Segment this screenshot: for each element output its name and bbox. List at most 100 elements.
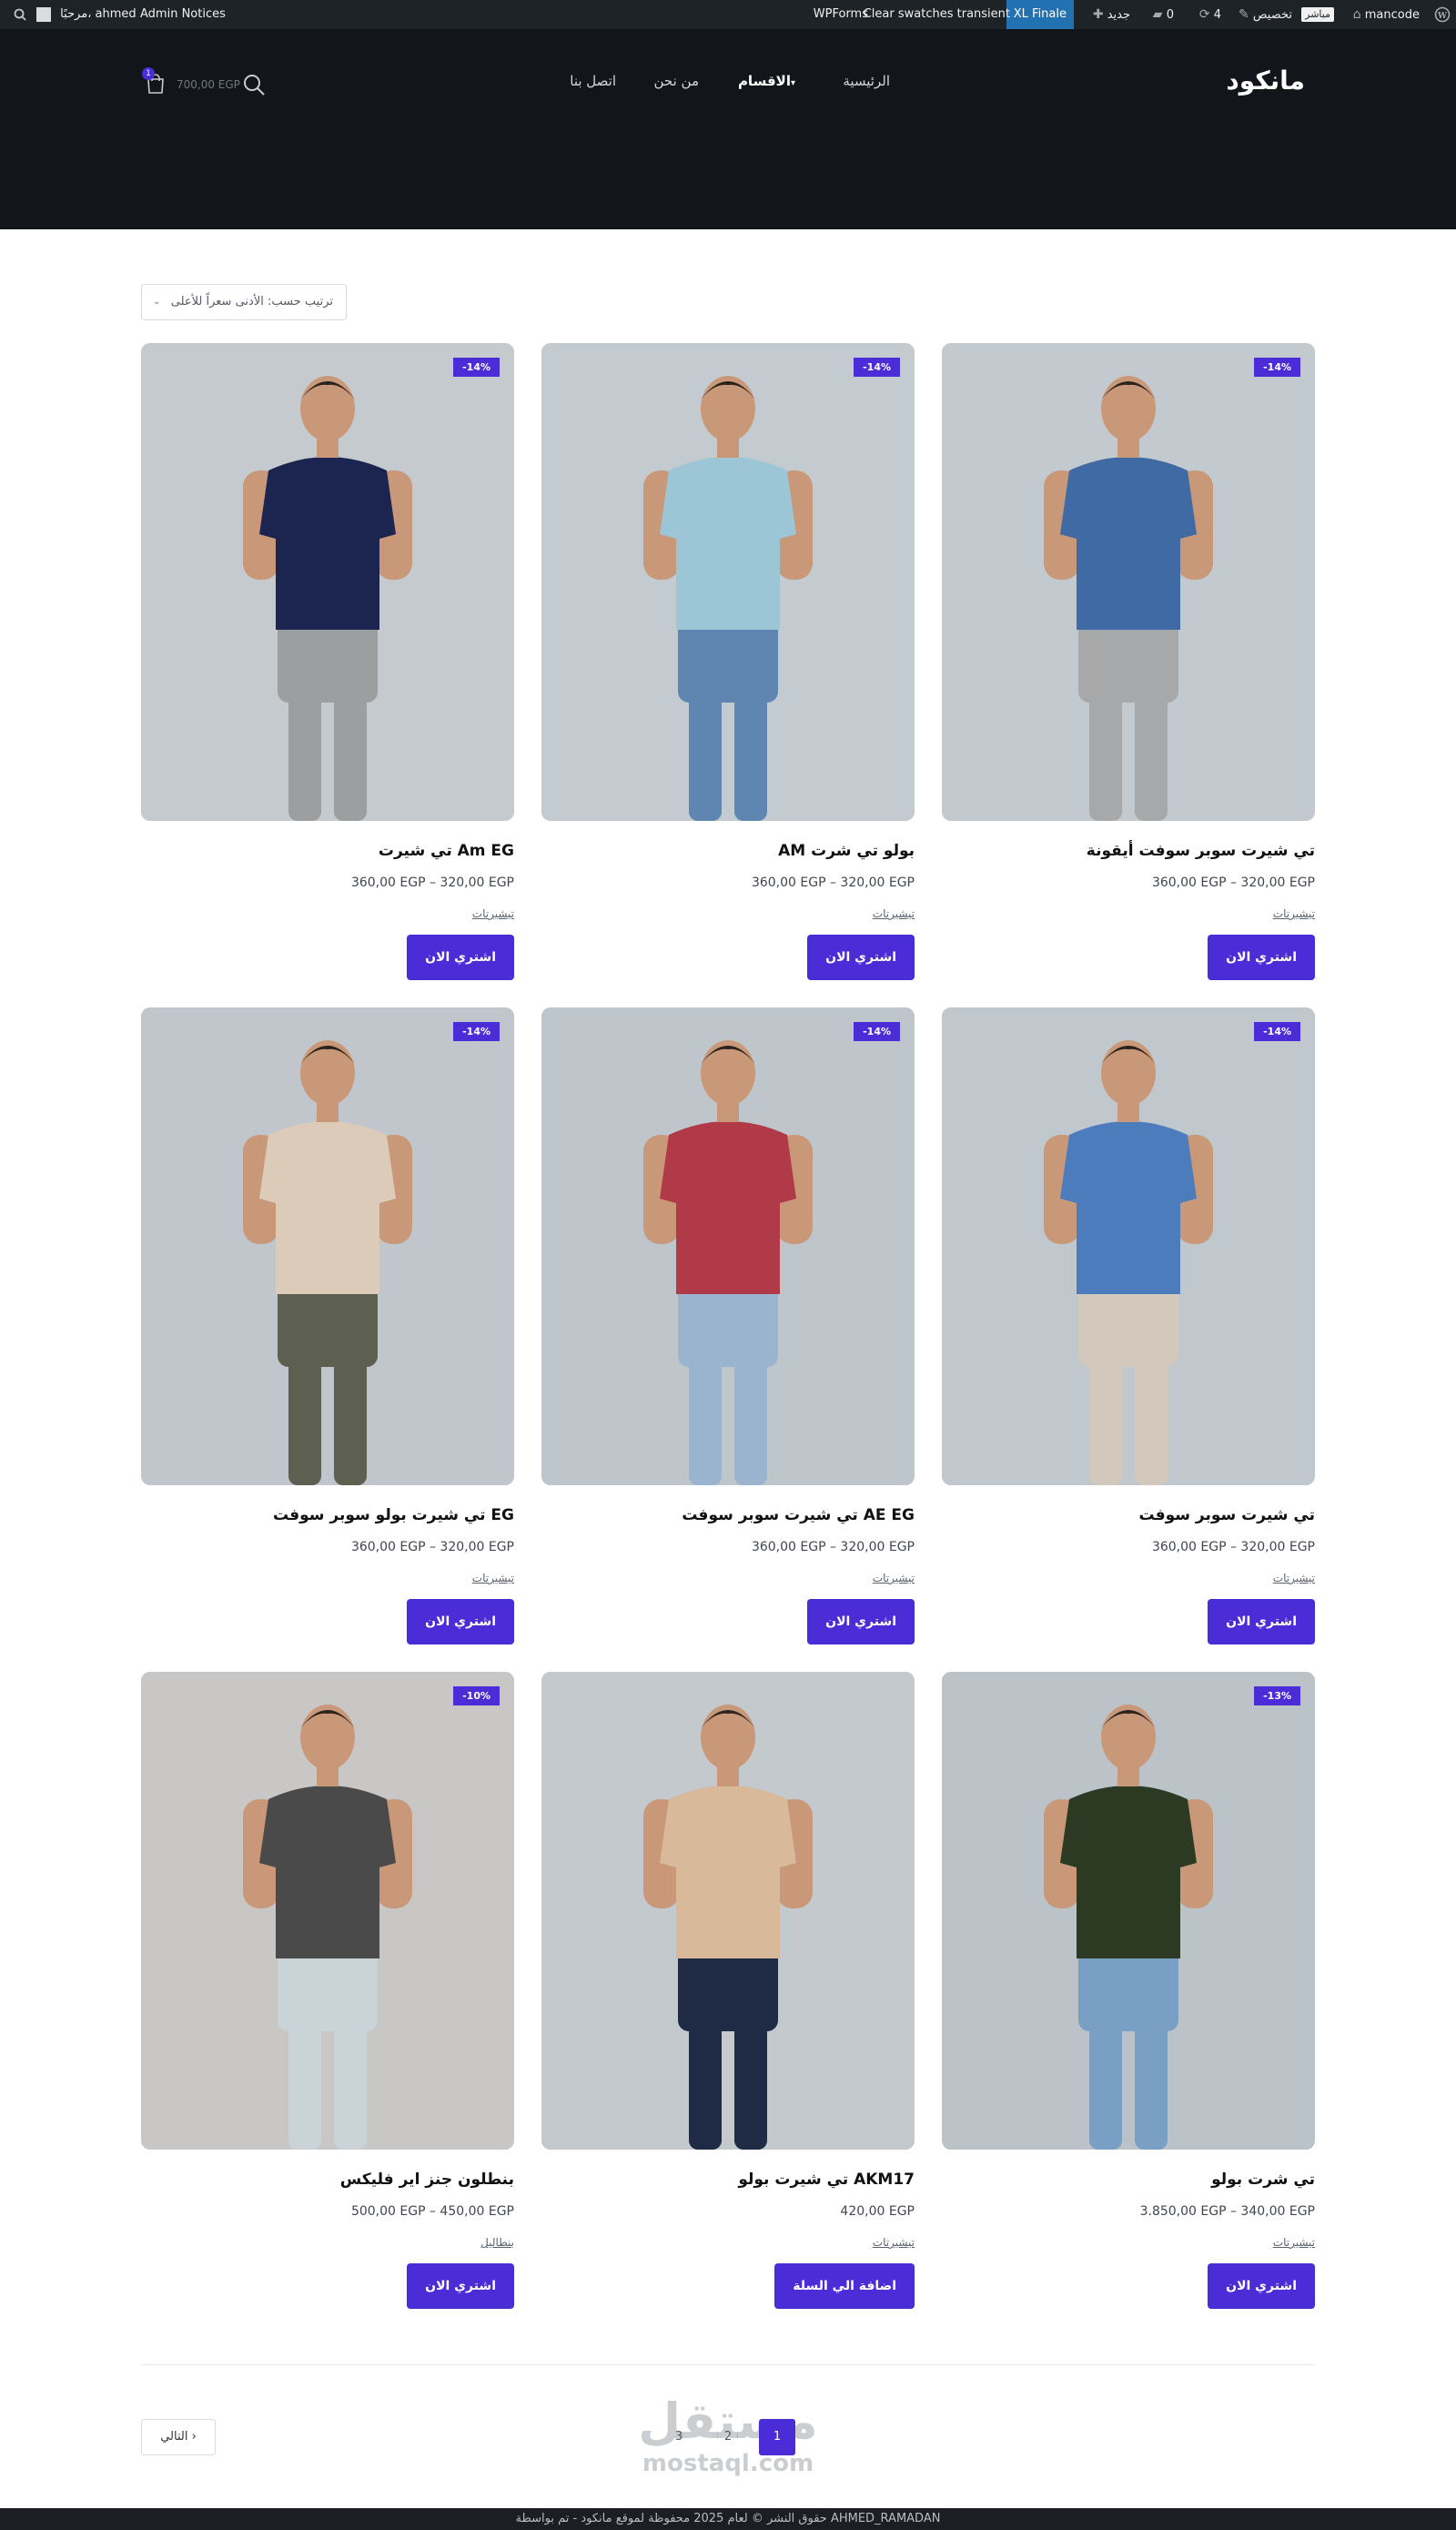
product-photo — [141, 1672, 514, 2150]
admin-new[interactable]: ✚ جديد — [1093, 0, 1130, 29]
product-image[interactable]: -10% — [141, 1672, 514, 2150]
product-category-link[interactable]: تيشيرتات — [472, 1572, 514, 1584]
product-category-link[interactable]: بنطاليل — [480, 2236, 514, 2249]
product-image[interactable]: -14% — [942, 343, 1315, 821]
svg-text:W: W — [1437, 12, 1448, 21]
admin-search-icon[interactable] — [13, 0, 27, 29]
search-icon[interactable] — [242, 73, 266, 96]
sort-dropdown[interactable]: ترتيب حسب: الأدنى سعراً للأعلى ⌄ — [141, 284, 347, 320]
buy-now-button[interactable]: اضافة الي السلة — [774, 2263, 915, 2309]
product-price: 360,00 EGP – 320,00 EGP — [751, 875, 915, 890]
product-photo — [942, 343, 1315, 821]
product-category-link[interactable]: تيشيرتات — [1273, 1572, 1315, 1584]
admin-site-name[interactable]: ⌂ mancode — [1353, 0, 1420, 29]
site-header: مانكود الرئيسية الاقسام▾ من نحن اتصل بنا… — [0, 29, 1456, 229]
product-card: -14% AM بولو تي شرت 360,00 EGP – 320,00 EG… — [541, 343, 915, 998]
product-title[interactable]: تي شيرت سوبر سوفت أيقونة — [1087, 842, 1315, 860]
product-photo — [541, 1672, 915, 2150]
page-1-link[interactable]: 1 — [759, 2419, 795, 2455]
product-price: 360,00 EGP – 320,00 EGP — [1151, 1540, 1315, 1554]
product-price: 500,00 EGP – 450,00 EGP — [350, 2204, 514, 2219]
product-title[interactable]: AM بولو تي شرت — [778, 842, 915, 860]
product-image[interactable]: -13% — [942, 1672, 1315, 2150]
divider — [141, 2364, 1315, 2365]
discount-badge: -14% — [854, 1022, 900, 1041]
product-photo — [942, 1007, 1315, 1485]
product-card: -14% تي شيرت سوبر سوفت AE EG 360,00 EGP – … — [541, 1007, 915, 1663]
admin-account[interactable]: مرحبًا، ahmed — [36, 0, 136, 29]
product-photo — [141, 1007, 514, 1485]
product-photo — [541, 343, 915, 821]
admin-wpforms[interactable]: WPForms — [814, 0, 868, 29]
admin-updates[interactable]: ⟳ 4 — [1199, 0, 1221, 29]
discount-badge: -10% — [453, 1686, 500, 1705]
discount-badge: -14% — [854, 358, 900, 377]
product-title[interactable]: تي شيرت بولو AKM17 — [738, 2171, 915, 2189]
chevron-right-icon: › — [191, 2430, 197, 2444]
product-category-link[interactable]: تيشيرتات — [472, 907, 514, 920]
wordpress-logo-icon[interactable]: W — [1434, 0, 1451, 29]
product-category-link[interactable]: تيشيرتات — [873, 907, 915, 920]
product-title[interactable]: تي شيرت سوبر سوفت AE EG — [682, 1506, 915, 1524]
product-category-link[interactable]: تيشيرتات — [873, 1572, 915, 1584]
product-image[interactable]: -14% — [541, 1007, 915, 1485]
discount-badge: -14% — [1254, 358, 1300, 377]
admin-clear-swatches[interactable]: Clear swatches transient — [864, 0, 1010, 29]
discount-badge: -14% — [453, 1022, 500, 1041]
product-title[interactable]: تي شرت بولو — [1211, 2171, 1315, 2189]
admin-bar: W ⌂ mancode مباشر ✎ تخصيص ⟳ 4 ▰ 0 ✚ جديد… — [0, 0, 1456, 29]
product-card: -10% بنطلون جنز اير فليكس 500,00 EGP – 450… — [141, 1672, 514, 2327]
avatar — [36, 6, 51, 22]
product-title[interactable]: بنطلون جنز اير فليكس — [340, 2171, 514, 2189]
admin-comments[interactable]: ▰ 0 — [1153, 0, 1174, 29]
nav-home[interactable]: الرئيسية — [843, 73, 890, 95]
nav-categories[interactable]: الاقسام▾ — [738, 73, 801, 95]
buy-now-button[interactable]: اشتري الان — [407, 935, 514, 980]
site-logo[interactable]: مانكود — [1226, 66, 1305, 96]
discount-badge: -14% — [1254, 1022, 1300, 1041]
product-price: 360,00 EGP – 320,00 EGP — [350, 875, 514, 890]
product-card: -14% تي شيرت سوبر سوفت أيقونة 360,00 EGP –… — [942, 343, 1315, 998]
product-category-link[interactable]: تيشيرتات — [1273, 907, 1315, 920]
buy-now-button[interactable]: اشتري الان — [1208, 935, 1315, 980]
buy-now-button[interactable]: اشتري الان — [807, 935, 915, 980]
product-title[interactable]: تي شيرت Am EG — [379, 842, 514, 860]
product-photo — [942, 1672, 1315, 2150]
nav-contact[interactable]: اتصل بنا — [570, 73, 616, 95]
discount-badge: -13% — [1254, 1686, 1300, 1705]
product-price: 360,00 EGP – 320,00 EGP — [751, 1540, 915, 1554]
product-image[interactable] — [541, 1672, 915, 2150]
page-3-link[interactable]: 3 — [661, 2419, 697, 2455]
buy-now-button[interactable]: اشتري الان — [407, 2263, 514, 2309]
cart-count-badge: 1 — [142, 67, 155, 80]
product-category-link[interactable]: تيشيرتات — [873, 2236, 915, 2249]
buy-now-button[interactable]: اشتري الان — [807, 1599, 915, 1644]
update-icon: ⟳ — [1198, 7, 1210, 22]
nav-about[interactable]: من نحن — [654, 73, 700, 95]
product-image[interactable]: -14% — [942, 1007, 1315, 1485]
page-2-link[interactable]: 2 — [710, 2419, 746, 2455]
product-title[interactable]: تي شيرت بولو سوبر سوفت EG — [273, 1506, 514, 1524]
home-icon: ⌂ — [1352, 7, 1361, 22]
product-price: 420,00 EGP — [840, 2204, 915, 2219]
product-category-link[interactable]: تيشيرتات — [1273, 2236, 1315, 2249]
product-card: -14% تي شيرت بولو سوبر سوفت EG 360,00 EGP … — [141, 1007, 514, 1663]
plus-icon: ✚ — [1092, 7, 1104, 22]
product-title[interactable]: تي شيرت سوبر سوفت — [1139, 1506, 1316, 1524]
admin-customize[interactable]: ✎ تخصيص — [1239, 0, 1292, 29]
buy-now-button[interactable]: اشتري الان — [1208, 2263, 1315, 2309]
admin-notices[interactable]: Admin Notices — [140, 0, 226, 29]
product-card: -14% تي شيرت Am EG 360,00 EGP – 320,00 EGP… — [141, 343, 514, 998]
admin-xl-finale[interactable]: XL Finale — [1006, 0, 1074, 29]
product-price: 360,00 EGP – 320,00 EGP — [1151, 875, 1315, 890]
product-image[interactable]: -14% — [141, 343, 514, 821]
product-card: -13% تي شرت بولو 3.850,00 EGP – 340,00 EGP… — [942, 1672, 1315, 2327]
buy-now-button[interactable]: اشتري الان — [1208, 1599, 1315, 1644]
product-image[interactable]: -14% — [541, 343, 915, 821]
next-page-button[interactable]: التالي › — [141, 2419, 216, 2455]
product-price: 3.850,00 EGP – 340,00 EGP — [1139, 2204, 1315, 2219]
product-image[interactable]: -14% — [141, 1007, 514, 1485]
chevron-down-icon: ⌄ — [153, 297, 161, 307]
cart-total: 700,00 EGP — [177, 78, 240, 91]
buy-now-button[interactable]: اشتري الان — [407, 1599, 514, 1644]
